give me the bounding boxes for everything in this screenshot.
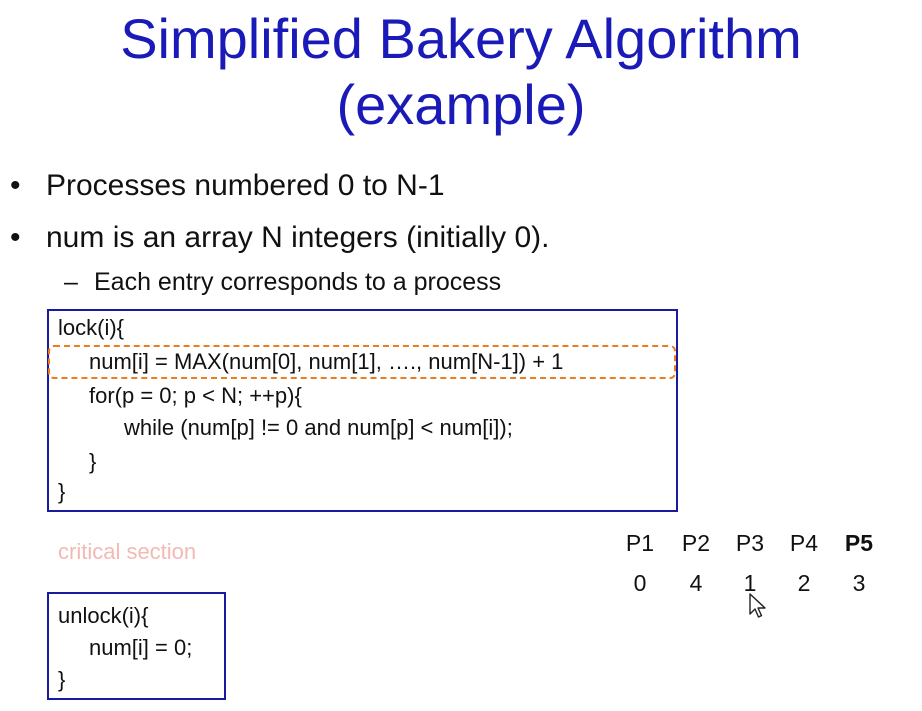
code-line: unlock(i){ bbox=[58, 603, 149, 628]
process-label: P4 bbox=[789, 530, 819, 556]
process-value: 0 bbox=[633, 570, 647, 596]
process-column: P1 0 bbox=[612, 528, 668, 598]
process-column-highlighted: P5 3 bbox=[831, 528, 887, 598]
mouse-pointer-icon bbox=[749, 593, 766, 618]
code-line: for(p = 0; p < N; ++p){ bbox=[89, 383, 302, 408]
sub-bullet: – Each entry corresponds to a process bbox=[64, 266, 501, 298]
slide-title: Simplified Bakery Algorithm (example) bbox=[0, 6, 922, 138]
bullet-text: num is an array N integers (initially 0)… bbox=[46, 221, 550, 254]
critical-section-label: critical section bbox=[58, 539, 197, 564]
slide-title-line-1: Simplified Bakery Algorithm bbox=[120, 7, 802, 70]
process-value: 3 bbox=[852, 570, 866, 596]
code-line: } bbox=[58, 479, 66, 504]
slide-title-line-2: (example) bbox=[336, 73, 586, 136]
bullet-marker: • bbox=[10, 221, 21, 254]
process-column: P4 2 bbox=[776, 528, 832, 598]
code-line: } bbox=[58, 667, 66, 692]
process-label: P3 bbox=[735, 530, 765, 556]
process-column: P2 4 bbox=[668, 528, 724, 598]
code-line: lock(i){ bbox=[58, 315, 125, 340]
process-value: 2 bbox=[797, 570, 811, 596]
lock-code-box bbox=[47, 309, 678, 512]
bullet-item: • Processes numbered 0 to N-1 bbox=[10, 168, 445, 204]
bullet-text: Processes numbered 0 to N-1 bbox=[46, 169, 445, 202]
sub-bullet-marker: – bbox=[64, 268, 78, 296]
code-line: num[i] = 0; bbox=[89, 635, 193, 660]
highlight-dashed-outline bbox=[48, 345, 676, 379]
code-line: } bbox=[89, 449, 97, 474]
process-label: P1 bbox=[625, 530, 655, 556]
process-label: P2 bbox=[681, 530, 711, 556]
process-column: P3 1 bbox=[722, 528, 778, 598]
bullet-item: • num is an array N integers (initially 0… bbox=[10, 220, 550, 256]
code-line: while (num[p] != 0 and num[p] < num[i]); bbox=[124, 415, 513, 440]
process-label-highlighted: P5 bbox=[844, 530, 874, 556]
bullet-marker: • bbox=[10, 169, 21, 202]
process-value: 4 bbox=[689, 570, 703, 596]
sub-bullet-text: Each entry corresponds to a process bbox=[94, 268, 502, 296]
